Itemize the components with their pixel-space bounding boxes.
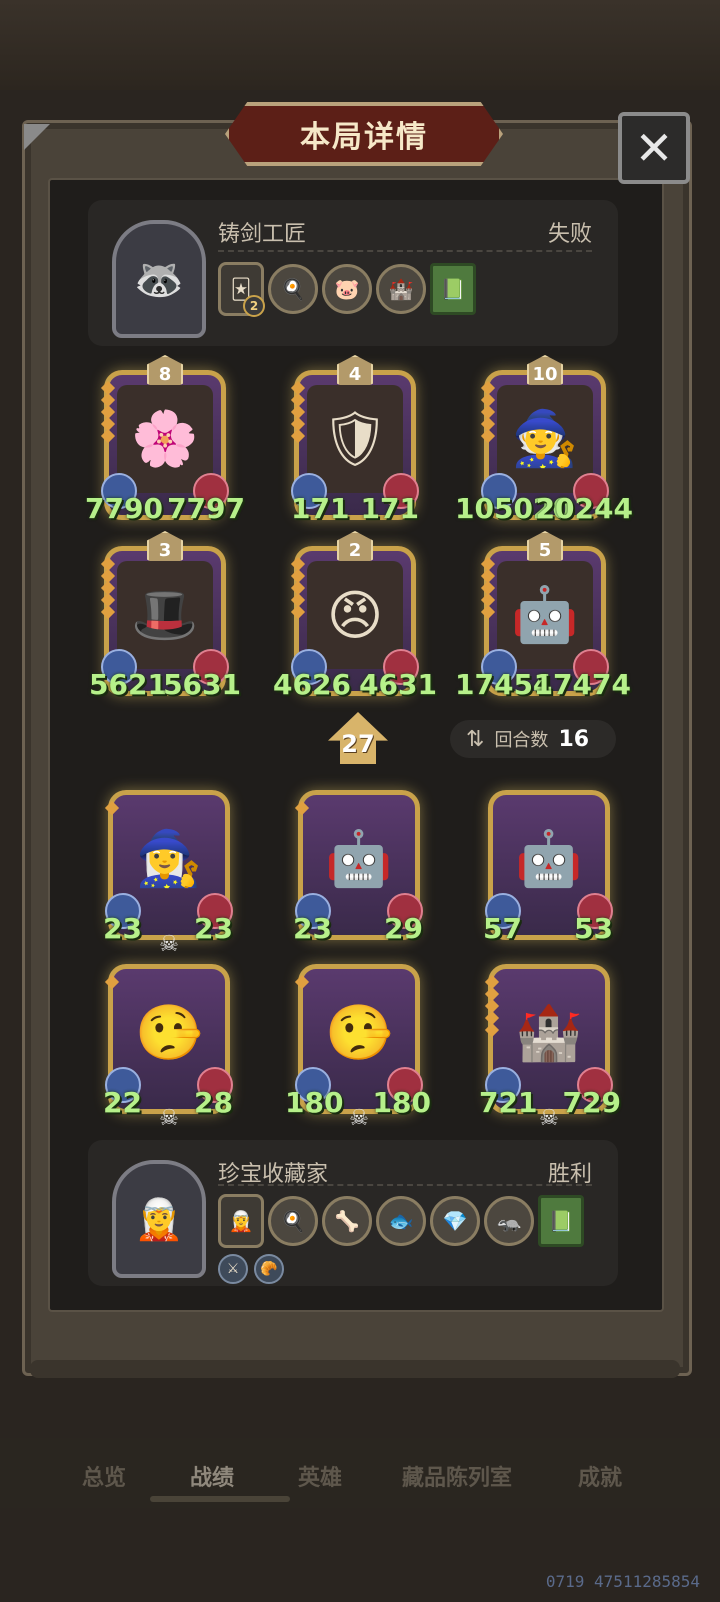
health-value: 4631 [359,668,437,701]
health-value: 17474 [533,668,631,701]
swords-icon[interactable]: ⚔ [218,1254,248,1284]
attack-value: 23 [293,912,332,945]
portrait-item-icon[interactable]: 🧝 [218,1194,264,1248]
divider [218,250,592,252]
star-marks [104,800,120,816]
attack-value: 721 [479,1086,538,1119]
enemy-minion-card[interactable]: 2 😠 4626 4631 [273,531,437,701]
opponent-name: 铸剑工匠 [218,222,307,247]
attack-value: 7790 [85,492,163,525]
enemy-minion-card[interactable]: 10 🧙 105020 20244 [455,355,633,525]
tab-achievements[interactable]: 成就 [578,1460,622,1492]
opponent-result: 失败 [547,222,592,247]
tab-overview[interactable]: 总览 [82,1460,126,1492]
enemy-minion-card[interactable]: 3 🎩 5621 5631 [89,531,241,701]
pig-item-icon[interactable]: 🐷 [322,264,372,314]
health-value: 180 [372,1086,431,1119]
star-marks [100,380,116,444]
close-icon: ✕ [634,121,674,175]
skull-icon: ☠ [159,1106,179,1131]
crystal-item-icon[interactable]: 💎 [430,1196,480,1246]
health-value: 5631 [163,668,241,701]
skull-icon: ☠ [159,932,179,957]
skull-icon: ☠ [539,1106,559,1131]
star-marks [480,556,496,620]
title-banner: 本局详情 [225,102,503,166]
bread-icon[interactable]: 🥐 [254,1254,284,1284]
frame-bottom-strip [30,1360,680,1378]
raccoon-icon: 🦝 [134,256,184,303]
attack-value: 5621 [89,668,167,701]
player-minion-card[interactable]: 🤥 180 180 ☠ [285,964,431,1131]
player-items: 🧝 🍳 🦴 🐟 💎 🦡 📗 [218,1194,584,1248]
player-minion-card[interactable]: 🧙‍♀️ 23 23 ☠ [103,790,233,957]
player-minion-card[interactable]: 🏰 721 729 ☠ [479,964,621,1131]
badger-item-icon[interactable]: 🦡 [484,1196,534,1246]
castle-item-icon[interactable]: 🏰 [376,264,426,314]
star-marks [484,974,500,1038]
player-buffs: ⚔ 🥐 [218,1254,284,1284]
star-marks [104,974,120,990]
footer-id: 0719 47511285854 [545,1572,700,1591]
health-value: 53 [574,912,613,945]
bone-item-icon[interactable]: 🦴 [322,1196,372,1246]
enemy-minion-card[interactable]: 8 🌸 7790 7797 [85,355,245,525]
turns-value: 16 [558,726,590,752]
close-button[interactable]: ✕ [618,112,690,184]
tavern-level-value: 27 [341,730,375,758]
player-panel: 🧝 珍宝收藏家 胜利 🧝 🍳 🦴 🐟 💎 🦡 📗 ⚔ 🥐 [88,1140,618,1286]
star-marks [290,380,306,444]
health-value: 20244 [535,492,633,525]
star-marks [294,800,310,816]
tab-collection-room[interactable]: 藏品陈列室 [402,1460,512,1492]
health-value: 23 [194,912,233,945]
star-marks [290,556,306,620]
background-top [0,0,720,90]
skull-icon: ☠ [349,1106,369,1131]
tab-heroes[interactable]: 英雄 [298,1460,342,1492]
attack-value: 57 [483,912,522,945]
dialog-title: 本局详情 [300,120,428,155]
player-minion-card[interactable]: 🤖 23 29 [293,790,423,945]
bottom-tab-bar: 总览 战绩 英雄 藏品陈列室 成就 [0,1438,720,1508]
pan-item-icon[interactable]: 🍳 [268,264,318,314]
swap-arrows-icon: ⇅ [466,726,485,752]
opponent-avatar[interactable]: 🦝 [112,220,206,338]
star-marks [480,380,496,444]
enemy-minion-card[interactable]: 4 🛡 171 171 [290,355,419,525]
player-avatar[interactable]: 🧝 [112,1160,206,1278]
attack-value: 180 [285,1086,344,1119]
pan-item-icon[interactable]: 🍳 [268,1196,318,1246]
attack-value: 22 [103,1086,142,1119]
attack-value: 23 [103,912,142,945]
fish-item-icon[interactable]: 🐟 [376,1196,426,1246]
enemy-minion-card[interactable]: 5 🤖 17454 17474 [455,531,631,701]
attack-value: 171 [291,492,350,525]
card-item-icon[interactable]: 🃏 2 [218,262,265,317]
health-value: 729 [562,1086,621,1119]
health-value: 29 [384,912,423,945]
player-minion-card[interactable]: 🤖 57 53 [483,790,613,945]
active-tab-indicator [150,1496,290,1502]
health-value: 28 [194,1086,233,1119]
book-item-icon[interactable]: 📗 [430,263,476,315]
health-value: 7797 [167,492,245,525]
player-minion-card[interactable]: 🤥 22 28 ☠ [103,964,233,1131]
attack-value: 4626 [273,668,351,701]
turns-counter: ⇅ 回合数 16 [450,720,616,758]
turns-label: 回合数 [494,730,549,751]
health-value: 171 [360,492,419,525]
star-marks [100,556,116,620]
divider [218,1184,592,1186]
opponent-panel: 🦝 铸剑工匠 失败 🃏 2 🍳 🐷 🏰 📗 [88,200,618,346]
tab-records[interactable]: 战绩 [190,1460,234,1492]
opponent-items: 🃏 2 🍳 🐷 🏰 📗 [218,262,476,317]
goblin-icon: 🧝 [134,1196,184,1243]
star-marks [294,974,310,990]
book-item-icon[interactable]: 📗 [538,1195,584,1247]
